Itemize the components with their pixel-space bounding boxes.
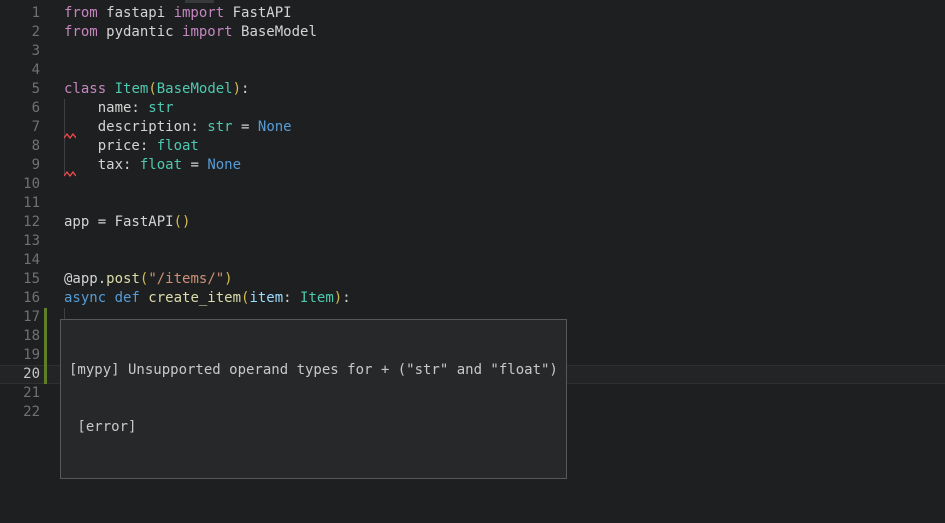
mypy-error-tooltip: [mypy] Unsupported operand types for + (… bbox=[60, 319, 567, 479]
line-number[interactable]: 3 bbox=[0, 42, 40, 61]
code-line[interactable]: 10 bbox=[0, 175, 945, 194]
error-squiggle-icon bbox=[64, 133, 76, 139]
code-line[interactable]: 16async def create_item(item: Item): bbox=[0, 289, 945, 308]
tooltip-message: [mypy] Unsupported operand types for + (… bbox=[69, 361, 558, 380]
error-squiggle-icon bbox=[64, 171, 76, 177]
code-text bbox=[40, 251, 64, 270]
code-text: price: float bbox=[40, 137, 199, 156]
code-text: from fastapi import FastAPI bbox=[40, 4, 292, 23]
code-line[interactable]: 13 bbox=[0, 232, 945, 251]
code-text: @app.post("/items/") bbox=[40, 270, 233, 289]
code-editor: 1from fastapi import FastAPI2from pydant… bbox=[0, 0, 945, 523]
code-text: description: str = None bbox=[40, 118, 292, 137]
line-number[interactable]: 21 bbox=[0, 384, 40, 403]
line-number[interactable]: 12 bbox=[0, 213, 40, 232]
line-number[interactable]: 15 bbox=[0, 270, 40, 289]
line-number[interactable]: 22 bbox=[0, 403, 40, 422]
line-number[interactable]: 8 bbox=[0, 137, 40, 156]
code-line[interactable]: 14 bbox=[0, 251, 945, 270]
code-line[interactable]: 11 bbox=[0, 194, 945, 213]
line-number[interactable]: 20 bbox=[0, 365, 40, 384]
git-added-indicator bbox=[44, 308, 47, 384]
line-number[interactable]: 10 bbox=[0, 175, 40, 194]
line-number[interactable]: 1 bbox=[0, 4, 40, 23]
top-edge-fragment bbox=[185, 0, 214, 3]
code-text bbox=[40, 42, 64, 61]
code-text: app = FastAPI() bbox=[40, 213, 190, 232]
code-line[interactable]: 15@app.post("/items/") bbox=[0, 270, 945, 289]
code-text: class Item(BaseModel): bbox=[40, 80, 249, 99]
code-line[interactable]: 6 name: str bbox=[0, 99, 945, 118]
line-number[interactable]: 14 bbox=[0, 251, 40, 270]
line-number[interactable]: 6 bbox=[0, 99, 40, 118]
code-line[interactable]: 1from fastapi import FastAPI bbox=[0, 4, 945, 23]
code-text: name: str bbox=[40, 99, 174, 118]
line-number[interactable]: 17 bbox=[0, 308, 40, 327]
code-text: from pydantic import BaseModel bbox=[40, 23, 317, 42]
code-line[interactable]: 4 bbox=[0, 61, 945, 80]
code-line[interactable]: 2from pydantic import BaseModel bbox=[0, 23, 945, 42]
code-line[interactable]: 5class Item(BaseModel): bbox=[0, 80, 945, 99]
code-line[interactable]: 9 tax: float = None bbox=[0, 156, 945, 175]
code-text bbox=[40, 175, 64, 194]
code-line[interactable]: 7 description: str = None bbox=[0, 118, 945, 137]
code-text: async def create_item(item: Item): bbox=[40, 289, 351, 308]
code-line[interactable]: 3 bbox=[0, 42, 945, 61]
tooltip-severity: [error] bbox=[69, 418, 558, 437]
code-line[interactable]: 12app = FastAPI() bbox=[0, 213, 945, 232]
line-number[interactable]: 2 bbox=[0, 23, 40, 42]
line-number[interactable]: 7 bbox=[0, 118, 40, 137]
code-text bbox=[40, 194, 64, 213]
code-text bbox=[40, 232, 64, 251]
line-number[interactable]: 9 bbox=[0, 156, 40, 175]
line-number[interactable]: 5 bbox=[0, 80, 40, 99]
line-number[interactable]: 16 bbox=[0, 289, 40, 308]
line-number[interactable]: 11 bbox=[0, 194, 40, 213]
line-number[interactable]: 18 bbox=[0, 327, 40, 346]
line-number[interactable]: 19 bbox=[0, 346, 40, 365]
line-number[interactable]: 13 bbox=[0, 232, 40, 251]
code-text bbox=[40, 61, 64, 80]
code-line[interactable]: 8 price: float bbox=[0, 137, 945, 156]
line-number[interactable]: 4 bbox=[0, 61, 40, 80]
